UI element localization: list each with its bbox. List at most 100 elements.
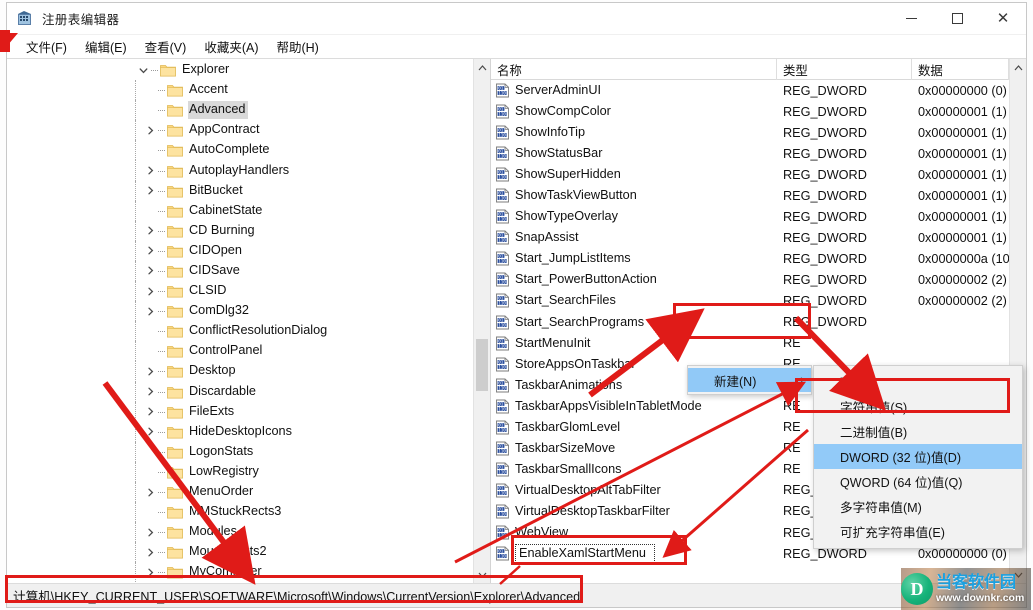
- chevron-right-icon[interactable]: [142, 563, 158, 581]
- tree-scroll-track[interactable]: [474, 76, 490, 566]
- value-name-cell[interactable]: 011 110 ShowInfoTip: [491, 125, 777, 140]
- table-row[interactable]: 011 110 ShowInfoTip REG_DWORD 0x00000001 (1): [491, 122, 1009, 143]
- chevron-right-icon[interactable]: [142, 523, 158, 541]
- menu-help[interactable]: 帮助(H): [267, 35, 327, 59]
- table-row[interactable]: 011 110 Start_JumpListItems REG_DWORD 0x0000…: [491, 248, 1009, 269]
- tree-item-lowregistry[interactable]: LowRegistry: [7, 461, 473, 482]
- column-header-name[interactable]: 名称: [491, 59, 777, 80]
- menu-edit[interactable]: 编辑(E): [76, 35, 136, 59]
- submenu-item-6[interactable]: 可扩充字符串值(E): [814, 519, 1022, 544]
- value-name-cell[interactable]: 011 110 Start_SearchFiles: [491, 293, 777, 308]
- tree-item-menuorder[interactable]: MenuOrder: [7, 481, 473, 503]
- menu-favorites[interactable]: 收藏夹(A): [195, 35, 267, 59]
- chevron-right-icon[interactable]: [142, 121, 158, 139]
- table-row[interactable]: 011 110 ShowCompColor REG_DWORD 0x00000001 (…: [491, 101, 1009, 122]
- tree-item-discardable[interactable]: Discardable: [7, 381, 473, 402]
- chevron-right-icon[interactable]: [142, 162, 158, 180]
- tree-item-cd-burning[interactable]: CD Burning: [7, 220, 473, 241]
- table-row[interactable]: 011 110 ServerAdminUI REG_DWORD 0x00000000 (…: [491, 80, 1009, 101]
- table-row[interactable]: 011 110 ShowTaskViewButton REG_DWORD 0x00000…: [491, 185, 1009, 206]
- submenu-item-4[interactable]: QWORD (64 位)值(Q): [814, 469, 1022, 494]
- maximize-button[interactable]: [934, 3, 980, 34]
- value-name-cell[interactable]: 011 110 ShowCompColor: [491, 104, 777, 119]
- submenu-item-0[interactable]: 项(K): [814, 369, 1022, 394]
- chevron-right-icon[interactable]: [142, 262, 158, 280]
- chevron-down-icon[interactable]: [135, 61, 151, 79]
- table-row[interactable]: 011 110 ShowStatusBar REG_DWORD 0x00000001 (…: [491, 143, 1009, 164]
- table-row[interactable]: 011 110 Start_SearchPrograms REG_DWORD: [491, 312, 1009, 333]
- chevron-right-icon[interactable]: [142, 302, 158, 320]
- table-row[interactable]: 011 110 StartMenuInit RE: [491, 333, 1009, 354]
- submenu-item-1[interactable]: 字符串值(S): [814, 394, 1022, 419]
- chevron-right-icon[interactable]: [142, 383, 158, 401]
- value-name-cell[interactable]: 011 110 WebView: [491, 525, 777, 540]
- value-name-cell[interactable]: 011 110 VirtualDesktopTaskbarFilter: [491, 504, 777, 519]
- tree-item-modules[interactable]: Modules: [7, 522, 473, 543]
- tree-item-mycomputer[interactable]: MyComputer: [7, 562, 473, 583]
- chevron-right-icon[interactable]: [142, 543, 158, 561]
- tree-item-comdlg32[interactable]: ComDlg32: [7, 301, 473, 322]
- new-value-submenu[interactable]: 项(K) 字符串值(S) 二进制值(B) DWORD (32 位)值(D) QWORD …: [813, 365, 1023, 549]
- chevron-right-icon[interactable]: [142, 483, 158, 501]
- tree-item-cidopen[interactable]: CIDOpen: [7, 240, 473, 261]
- menu-view[interactable]: 查看(V): [136, 35, 196, 59]
- tree-scroll-up-icon[interactable]: [474, 59, 490, 76]
- tree-scroll-thumb[interactable]: [476, 339, 488, 391]
- submenu-item-2[interactable]: 二进制值(B): [814, 419, 1022, 444]
- value-name-cell[interactable]: 011 110 TaskbarAppsVisibleInTabletMode: [491, 399, 777, 414]
- tree-item-desktop[interactable]: Desktop: [7, 361, 473, 382]
- value-name-cell[interactable]: 011 110 ShowSuperHidden: [491, 167, 777, 182]
- tree-item-mountpoints2[interactable]: MountPoints2: [7, 542, 473, 563]
- tree-item-controlpanel[interactable]: ControlPanel: [7, 341, 473, 362]
- value-name-cell[interactable]: 011 110 TaskbarSmallIcons: [491, 462, 777, 477]
- value-name-cell[interactable]: 011 110 SnapAssist: [491, 230, 777, 245]
- chevron-right-icon[interactable]: [142, 362, 158, 380]
- value-name-cell[interactable]: 011 110 StartMenuInit: [491, 336, 777, 351]
- submenu-item-5[interactable]: 多字符串值(M): [814, 494, 1022, 519]
- tree-item-mmstuckrects3[interactable]: MMStuckRects3: [7, 502, 473, 523]
- context-menu-item-new[interactable]: 新建(N) ›: [688, 368, 811, 392]
- tree-item-autocomplete[interactable]: AutoComplete: [7, 140, 473, 161]
- tree-item-appcontract[interactable]: AppContract: [7, 120, 473, 141]
- tree-vertical-scrollbar[interactable]: [473, 59, 490, 583]
- tree-item-logonstats[interactable]: LogonStats: [7, 441, 473, 462]
- tree-item-autoplayhandlers[interactable]: AutoplayHandlers: [7, 160, 473, 181]
- chevron-right-icon[interactable]: [142, 222, 158, 240]
- tree-item-cabinetstate[interactable]: CabinetState: [7, 200, 473, 221]
- value-name-cell[interactable]: 011 110 Start_SearchPrograms: [491, 315, 777, 330]
- registry-tree-scrollarea[interactable]: Explorer Accent Advanced AppContract AutoCom…: [7, 59, 473, 583]
- chevron-right-icon[interactable]: [142, 403, 158, 421]
- tree-item-conflictresolutiondialog[interactable]: ConflictResolutionDialog: [7, 321, 473, 342]
- tree-item-explorer[interactable]: Explorer: [7, 60, 473, 80]
- value-name-cell[interactable]: 011 110 ShowTaskViewButton: [491, 188, 777, 203]
- values-scroll-up-icon[interactable]: [1010, 59, 1026, 76]
- column-header-type[interactable]: 类型: [777, 59, 912, 80]
- value-name-cell[interactable]: 011 110 VirtualDesktopAltTabFilter: [491, 483, 777, 498]
- value-name-cell[interactable]: 011 110 Start_JumpListItems: [491, 251, 777, 266]
- tree-item-advanced[interactable]: Advanced: [7, 100, 473, 121]
- submenu-item-3[interactable]: DWORD (32 位)值(D): [814, 444, 1022, 469]
- value-name-cell[interactable]: 011 110 ServerAdminUI: [491, 83, 777, 98]
- value-name-cell[interactable]: 011 110 Start_PowerButtonAction: [491, 272, 777, 287]
- table-row[interactable]: 011 110 ShowTypeOverlay REG_DWORD 0x00000001…: [491, 206, 1009, 227]
- table-row[interactable]: 011 110 Start_SearchFiles REG_DWORD 0x000000…: [491, 290, 1009, 311]
- chevron-right-icon[interactable]: [142, 423, 158, 441]
- column-header-data[interactable]: 数据: [912, 59, 1009, 80]
- value-name-cell[interactable]: 011 110 TaskbarGlomLevel: [491, 420, 777, 435]
- value-name-cell[interactable]: 011 110 TaskbarSizeMove: [491, 441, 777, 456]
- close-button[interactable]: ✕: [980, 3, 1026, 34]
- tree-item-hidedesktopicons[interactable]: HideDesktopIcons: [7, 421, 473, 442]
- context-menu[interactable]: 新建(N) ›: [687, 365, 812, 395]
- table-row[interactable]: 011 110 ShowSuperHidden REG_DWORD 0x00000001…: [491, 164, 1009, 185]
- tree-item-cidsave[interactable]: CIDSave: [7, 260, 473, 282]
- chevron-right-icon[interactable]: [142, 182, 158, 200]
- chevron-right-icon[interactable]: [142, 242, 158, 260]
- tree-scroll-down-icon[interactable]: [474, 566, 490, 583]
- menu-file[interactable]: 文件(F): [17, 35, 76, 59]
- table-row[interactable]: 011 110 SnapAssist REG_DWORD 0x00000001 (1): [491, 227, 1009, 248]
- tree-item-bitbucket[interactable]: BitBucket: [7, 180, 473, 201]
- value-name-cell[interactable]: 011 110 ShowStatusBar: [491, 146, 777, 161]
- table-row[interactable]: 011 110 Start_PowerButtonAction REG_DWORD 0x…: [491, 269, 1009, 290]
- value-name-cell[interactable]: 011 110 ShowTypeOverlay: [491, 209, 777, 224]
- tree-item-accent[interactable]: Accent: [7, 80, 473, 101]
